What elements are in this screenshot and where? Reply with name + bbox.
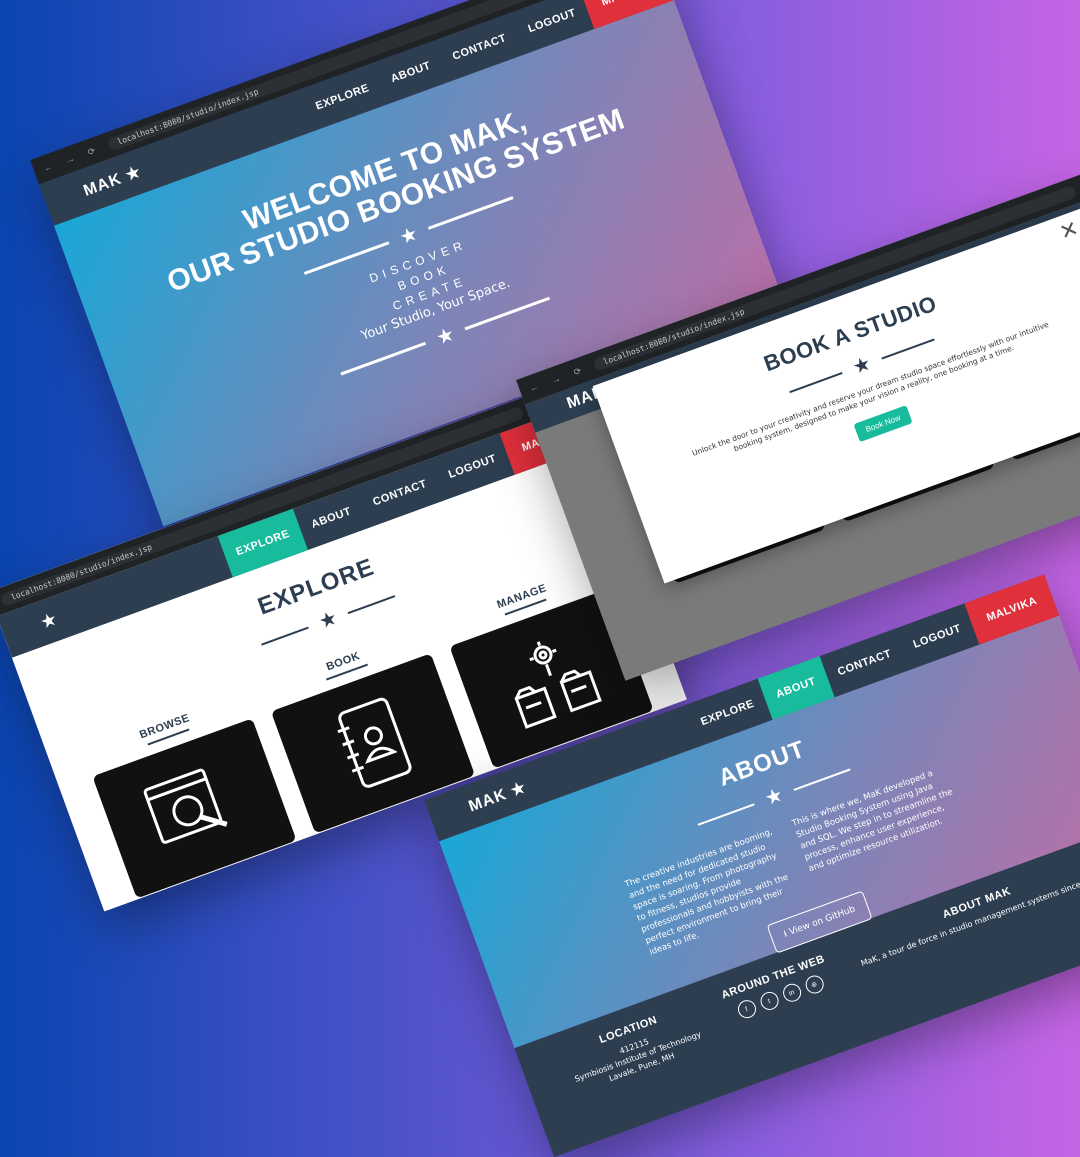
star-icon: ★ [849, 352, 875, 380]
book-now-button[interactable]: Book Now [853, 405, 913, 443]
close-icon[interactable]: ✕ [1056, 215, 1080, 246]
star-icon: ★ [508, 778, 529, 801]
star-icon: ★ [39, 610, 60, 632]
dribbble-icon[interactable]: ⊛ [802, 973, 826, 997]
star-icon: ★ [123, 163, 144, 185]
twitter-icon[interactable]: t [757, 989, 781, 1013]
star-icon: ★ [396, 222, 422, 250]
brand-logo[interactable]: MAK ★ [466, 777, 529, 816]
facebook-icon[interactable]: f [735, 997, 759, 1021]
brand-logo[interactable]: MAK ★ [81, 161, 144, 200]
footer-social: AROUND THE WEB f t in ⊛ [720, 953, 853, 1073]
linkedin-icon[interactable]: in [780, 981, 804, 1005]
star-icon: ★ [316, 606, 341, 634]
brand-logo[interactable]: ★ [39, 609, 60, 633]
star-icon: ★ [433, 323, 458, 350]
tile-browse[interactable]: BROWSE [83, 692, 297, 899]
star-icon: ★ [761, 783, 787, 811]
